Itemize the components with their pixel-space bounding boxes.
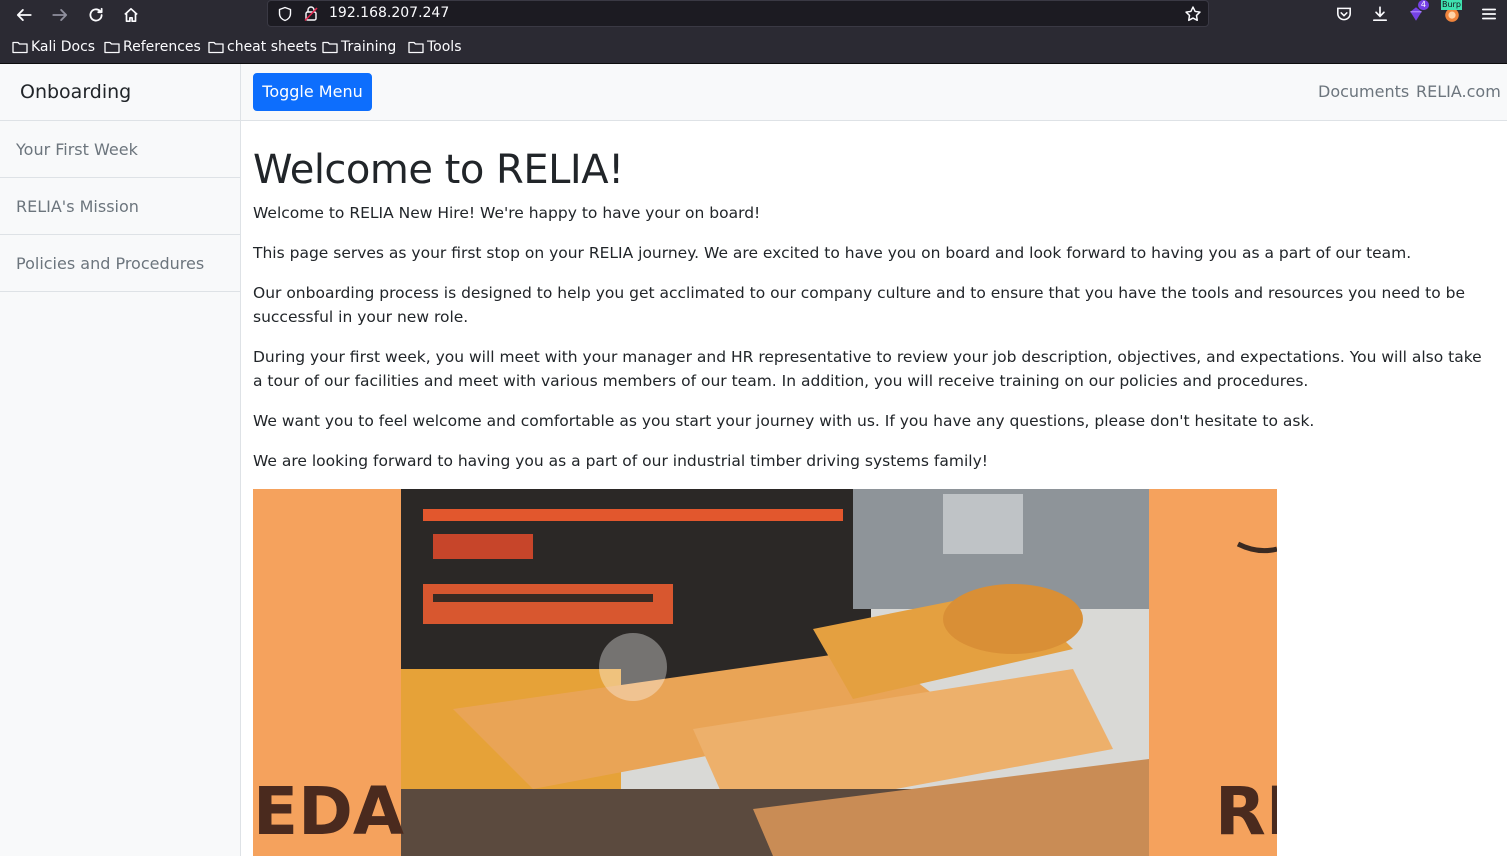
paragraph-onboarding-process: Our onboarding process is designed to he… — [253, 284, 1466, 326]
bookmark-cheat-sheets[interactable]: cheat sheets — [208, 38, 317, 56]
tracking-shield-icon[interactable] — [277, 6, 293, 22]
bookmark-label: Tools — [427, 39, 462, 55]
paragraph-questions: We want you to feel welcome and comforta… — [253, 412, 1315, 430]
nav-link-relia-com[interactable]: RELIA.com — [1416, 82, 1501, 101]
extension-icon[interactable]: 4 — [1405, 0, 1429, 25]
nav-link-documents[interactable]: Documents — [1318, 82, 1409, 101]
bookmark-star-icon[interactable] — [1184, 5, 1202, 23]
hero-image: EDA RF — [253, 489, 1277, 856]
url-text[interactable]: 192.168.207.247 — [329, 5, 449, 21]
paragraph-family: We are looking forward to having you as … — [253, 452, 988, 470]
bookmark-label: Kali Docs — [31, 39, 96, 55]
back-arrow-icon[interactable] — [12, 3, 36, 27]
hero-text-right: RF — [1215, 773, 1277, 850]
menu-icon[interactable] — [1478, 3, 1500, 25]
browser-toolbar: 192.168.207.247 4 Burp — [0, 0, 1507, 30]
downloads-icon[interactable] — [1369, 3, 1391, 25]
toggle-menu-button[interactable]: Toggle Menu — [253, 73, 372, 111]
bookmark-label: Training — [341, 39, 397, 55]
extension-badge: 4 — [1417, 0, 1429, 10]
folder-icon — [408, 41, 424, 54]
hero-text-left: EDA — [253, 773, 404, 850]
address-bar[interactable]: 192.168.207.247 — [267, 0, 1209, 27]
sidebar-item-your-first-week[interactable]: Your First Week — [0, 121, 240, 178]
burp-icon[interactable]: Burp — [1441, 0, 1463, 25]
sidebar-heading: Onboarding — [0, 64, 240, 121]
pocket-icon[interactable] — [1333, 3, 1355, 25]
bookmark-label: References — [123, 39, 201, 55]
bookmark-kali-docs[interactable]: Kali Docs — [12, 38, 95, 56]
sidebar-item-relias-mission[interactable]: RELIA's Mission — [0, 178, 240, 235]
burp-badge: Burp — [1441, 0, 1462, 10]
paragraph-welcome: Welcome to RELIA New Hire! We're happy t… — [253, 204, 761, 222]
top-navbar: Toggle Menu Documents RELIA.com — [241, 64, 1507, 121]
folder-icon — [208, 41, 224, 54]
page-title: Welcome to RELIA! — [253, 147, 624, 193]
bookmark-tools[interactable]: Tools — [408, 38, 462, 56]
folder-icon — [12, 41, 28, 54]
bookmark-training[interactable]: Training — [322, 38, 396, 56]
sidebar: Onboarding Your First Week RELIA's Missi… — [0, 64, 241, 856]
bookmark-references[interactable]: References — [104, 38, 201, 56]
folder-icon — [104, 41, 120, 54]
timber-machinery-illustration: EDA RF — [253, 489, 1277, 856]
paragraph-first-stop: This page serves as your first stop on y… — [253, 244, 1412, 262]
bookmark-label: cheat sheets — [227, 39, 317, 55]
insecure-lock-icon[interactable] — [303, 5, 319, 22]
bookmarks-toolbar: Kali Docs References cheat sheets Traini… — [0, 30, 1507, 64]
forward-arrow-icon[interactable] — [48, 3, 72, 27]
home-icon[interactable] — [119, 3, 143, 27]
paragraph-first-week: During your first week, you will meet wi… — [253, 348, 1482, 390]
folder-icon — [322, 41, 338, 54]
reload-icon[interactable] — [84, 3, 108, 27]
sidebar-item-policies-and-procedures[interactable]: Policies and Procedures — [0, 235, 240, 292]
